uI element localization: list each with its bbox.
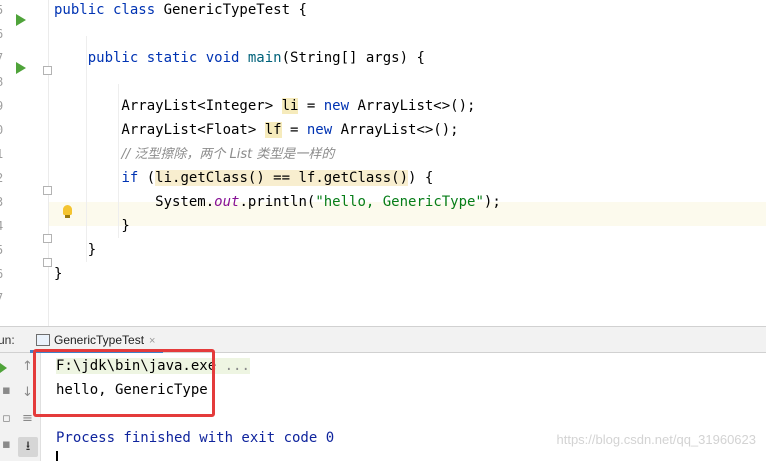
gutter-separator	[48, 0, 49, 326]
run-main-icon[interactable]	[16, 62, 26, 74]
code-token: public static void	[54, 50, 248, 66]
code-token: "hello, GenericType"	[315, 194, 484, 210]
stop-icon[interactable]: ▫	[2, 411, 11, 426]
line-number: 8	[0, 70, 3, 94]
line-number: 7	[0, 286, 3, 310]
code-token: new	[306, 122, 341, 138]
code-line[interactable]: if (li.getClass() == lf.getClass()) {	[54, 166, 433, 190]
camera-icon[interactable]: ▪	[2, 437, 11, 452]
code-token: (String[] args) {	[281, 50, 425, 66]
annotation-highlight-box	[33, 349, 215, 417]
arrow-down-icon[interactable]: ↓	[22, 385, 33, 400]
code-line[interactable]: }	[54, 238, 96, 262]
code-line[interactable]: System.out.println("hello, GenericType")…	[54, 190, 501, 214]
line-number: 6	[0, 262, 3, 286]
console-cursor	[56, 451, 58, 461]
code-line[interactable]: }	[54, 214, 130, 238]
code-token: ArrayList<Float>	[54, 122, 265, 138]
fold-marker-icon[interactable]	[43, 66, 52, 75]
expand-command-dots[interactable]: ...	[216, 358, 250, 374]
line-number: 2	[0, 166, 3, 190]
code-editor[interactable]: 5678901234567 public class GenericTypeTe…	[0, 0, 766, 326]
line-number: 7	[0, 46, 3, 70]
line-number: 3	[0, 190, 3, 214]
code-token: (	[146, 170, 156, 186]
code-line[interactable]: ArrayList<Float> lf = new ArrayList<>();	[54, 118, 459, 142]
line-number: 6	[0, 22, 3, 46]
code-token: li	[281, 98, 299, 114]
code-token: // 泛型擦除，两个 List 类型是一样的	[121, 147, 335, 162]
run-class-icon[interactable]	[16, 14, 26, 26]
code-token: ArrayList<>();	[357, 98, 476, 114]
soft-wrap-icon[interactable]: ≡	[22, 411, 33, 426]
code-token: );	[483, 194, 501, 210]
close-icon[interactable]: ×	[149, 335, 155, 347]
code-token: }	[54, 266, 63, 282]
code-token: out	[214, 194, 240, 210]
console-exit-line: Process finished with exit code 0	[56, 430, 335, 446]
run-label: un:	[0, 333, 15, 347]
line-number: 9	[0, 94, 3, 118]
code-token: main	[247, 50, 282, 66]
code-token: ArrayList<>();	[340, 122, 459, 138]
watermark: https://blog.csdn.net/qq_31960623	[556, 432, 757, 447]
run-config-icon	[36, 334, 50, 346]
code-token: lf	[264, 122, 282, 138]
rerun-icon[interactable]	[0, 363, 7, 373]
code-token: }	[54, 218, 130, 234]
code-token: System.	[54, 194, 215, 210]
code-token: li.getClass() == lf.getClass()	[155, 170, 409, 186]
arrow-up-icon[interactable]: ↑	[22, 359, 33, 374]
line-gutter: 5678901234567	[0, 0, 48, 326]
code-token: GenericTypeTest {	[163, 2, 307, 18]
code-token: ) {	[408, 170, 434, 186]
code-token: =	[298, 98, 324, 114]
code-token: =	[281, 122, 307, 138]
code-line[interactable]: ArrayList<Integer> li = new ArrayList<>(…	[54, 94, 475, 118]
code-line[interactable]: public class GenericTypeTest {	[54, 0, 307, 22]
line-number: 1	[0, 142, 3, 166]
code-token: new	[323, 98, 358, 114]
code-token: public class	[54, 2, 164, 18]
fold-marker-icon[interactable]	[43, 234, 52, 243]
code-token: ArrayList<Integer>	[54, 98, 282, 114]
wrench-icon[interactable]: ▪	[2, 383, 11, 398]
scroll-to-end-icon[interactable]: ⭳	[18, 437, 38, 457]
fold-marker-icon[interactable]	[43, 258, 52, 267]
fold-marker-icon[interactable]	[43, 186, 52, 195]
tab-title: GenericTypeTest	[54, 333, 145, 347]
code-line[interactable]: // 泛型擦除，两个 List 类型是一样的	[54, 142, 334, 166]
line-number: 4	[0, 214, 3, 238]
line-number: 5	[0, 238, 3, 262]
line-number: 0	[0, 118, 3, 142]
line-number: 5	[0, 0, 3, 22]
code-token: .println(	[239, 194, 316, 210]
code-line[interactable]: public static void main(String[] args) {	[54, 46, 425, 70]
code-line[interactable]: }	[54, 262, 62, 286]
code-token: if	[121, 170, 147, 186]
code-token: }	[54, 242, 97, 258]
